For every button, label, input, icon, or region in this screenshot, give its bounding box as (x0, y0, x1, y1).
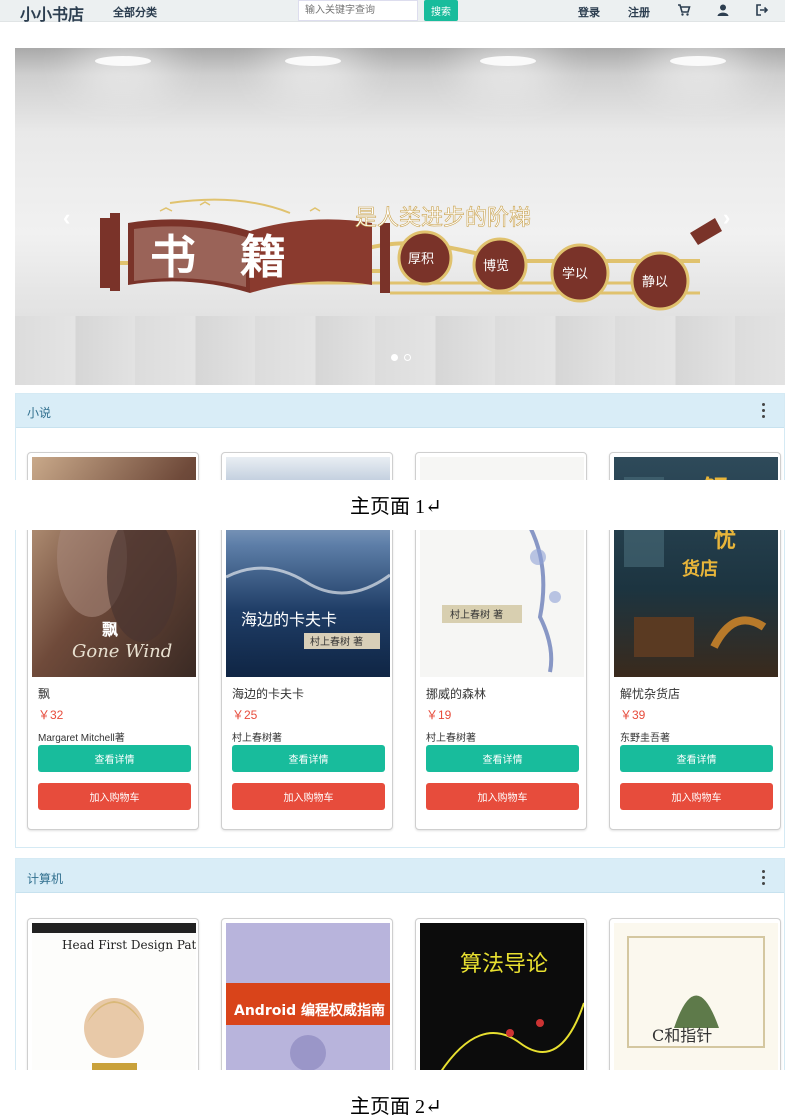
carousel-prev-icon[interactable]: ‹ (63, 205, 70, 231)
ceiling-light (285, 56, 341, 66)
svg-text:Gone Wind: Gone Wind (72, 641, 172, 662)
books-wall-art-image: 书 籍 是人类进步的阶梯 厚积 博览 学以 静以 (100, 198, 722, 311)
nav-all-categories[interactable]: 全部分类 (113, 4, 157, 20)
svg-text:货店: 货店 (682, 558, 718, 580)
search-input[interactable] (298, 0, 418, 21)
cart-icon[interactable] (677, 3, 691, 17)
book-price: ￥25 (232, 708, 258, 722)
svg-text:忧: 忧 (714, 527, 736, 553)
ceiling-light (95, 56, 151, 66)
book-price: ￥32 (38, 708, 64, 722)
banner-carousel: 书 籍 是人类进步的阶梯 厚积 博览 学以 静以 ‹ › (15, 48, 785, 385)
book-title[interactable]: 挪威的森林 (426, 685, 486, 702)
cover-title-text: 算法导论 (460, 952, 548, 977)
navbar: 小小书店 全部分类 搜索 登录 注册 (0, 0, 785, 25)
brand-logo[interactable]: 小小书店 (20, 1, 84, 25)
carousel-next-icon[interactable]: › (723, 205, 730, 231)
svg-text:厚积: 厚积 (408, 252, 434, 267)
logout-icon[interactable] (755, 3, 769, 17)
cover-title-text: Android 编程权威指南 (234, 1002, 385, 1019)
book-author: 村上春树著 (426, 733, 476, 744)
svg-text:博览: 博览 (483, 258, 509, 274)
svg-text:学以: 学以 (562, 266, 588, 282)
add-to-cart-button[interactable]: 加入购物车 (232, 783, 385, 810)
book-card: C和指针 (609, 918, 781, 1078)
svg-text:飘: 飘 (102, 620, 118, 639)
register-link[interactable]: 注册 (628, 4, 650, 20)
view-details-button[interactable]: 查看详情 (38, 745, 191, 772)
carousel-dot[interactable] (404, 354, 412, 361)
search-button[interactable]: 搜索 (424, 0, 458, 21)
view-details-button[interactable]: 查看详情 (620, 745, 773, 772)
book-cover-image[interactable]: Android 编程权威指南 (226, 923, 390, 1073)
svg-text:村上春树 著: 村上春树 著 (450, 608, 503, 621)
cover-title-text: C和指针 (652, 1026, 712, 1045)
svg-text:是人类进步的阶梯: 是人类进步的阶梯 (355, 206, 531, 231)
book-card: Android 编程权威指南 (221, 918, 393, 1078)
view-details-button[interactable]: 查看详情 (232, 745, 385, 772)
more-options-icon[interactable] (762, 870, 766, 888)
svg-text:书: 书 (150, 230, 196, 284)
carousel-dot-active[interactable] (391, 354, 398, 361)
login-link[interactable]: 登录 (578, 4, 600, 20)
book-cover-image[interactable]: Head First Design Patterns (32, 923, 196, 1073)
figure-caption: 主页面 2↵ (350, 1090, 442, 1118)
user-icon[interactable] (716, 3, 730, 17)
svg-text:静以: 静以 (642, 275, 668, 290)
view-details-button[interactable]: 查看详情 (426, 745, 579, 772)
book-author: 村上春树著 (232, 733, 282, 744)
section-header: 小说 (16, 394, 784, 428)
svg-text:海边的卡夫卡: 海边的卡夫卡 (241, 610, 337, 629)
book-author: 东野圭吾著 (620, 733, 670, 744)
cover-title-text: Head First Design Patterns (62, 938, 196, 952)
section-header: 计算机 (16, 859, 784, 893)
svg-text:村上春树 著: 村上春树 著 (310, 635, 363, 648)
book-card: Head First Design Patterns (27, 918, 199, 1078)
book-cover-image[interactable]: 算法导论 (420, 923, 584, 1073)
book-title[interactable]: 海边的卡夫卡 (232, 685, 304, 702)
book-price: ￥19 (426, 708, 452, 722)
ceiling-light (670, 56, 726, 66)
book-card: 算法导论 (415, 918, 587, 1078)
add-to-cart-button[interactable]: 加入购物车 (620, 783, 773, 810)
book-price: ￥39 (620, 708, 646, 722)
book-cover-image[interactable]: C和指针 (614, 923, 778, 1073)
add-to-cart-button[interactable]: 加入购物车 (38, 783, 191, 810)
book-author: Margaret Mitchell著 (38, 733, 125, 744)
section-title: 小说 (27, 406, 52, 420)
svg-text:籍: 籍 (240, 230, 286, 284)
book-title[interactable]: 解忧杂货店 (620, 685, 680, 702)
ceiling-light (480, 56, 536, 66)
more-options-icon[interactable] (762, 403, 766, 421)
carousel-indicators (391, 348, 413, 366)
figure-caption: 主页面 1↵ (350, 490, 442, 519)
section-title: 计算机 (27, 872, 64, 886)
add-to-cart-button[interactable]: 加入购物车 (426, 783, 579, 810)
book-title[interactable]: 飘 (38, 685, 50, 702)
